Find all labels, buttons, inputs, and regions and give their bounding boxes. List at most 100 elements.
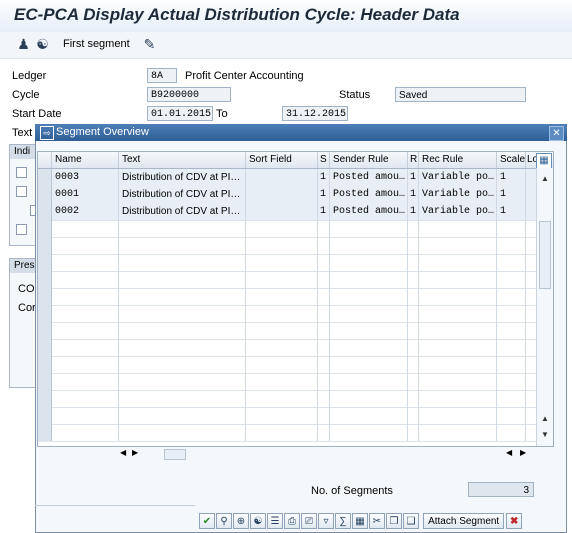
- scroll-down-icon[interactable]: ▼: [540, 430, 550, 440]
- scroll-right-right-pane-icon[interactable]: ▶: [520, 448, 526, 457]
- first-segment-button[interactable]: First segment: [63, 38, 130, 50]
- cell-rec-rule: [419, 339, 497, 356]
- cell-rec-rule: [419, 220, 497, 237]
- table-row[interactable]: 0002 Distribution of CDV at PI… 1 Posted am…: [38, 203, 536, 221]
- filter-icon[interactable]: ▿: [318, 513, 334, 529]
- row-selector[interactable]: [38, 407, 52, 424]
- find-next-icon[interactable]: ☰: [267, 513, 283, 529]
- vertical-scrollbar[interactable]: ▲ ▲ ▼: [536, 168, 553, 446]
- table-row[interactable]: [38, 237, 536, 255]
- table-row[interactable]: [38, 424, 536, 442]
- column-header-text[interactable]: Text: [119, 152, 246, 168]
- scroll-left-right-pane-icon[interactable]: ◀: [506, 448, 512, 457]
- find-icon[interactable]: ☯: [250, 513, 266, 529]
- table-row[interactable]: [38, 254, 536, 272]
- table-row[interactable]: 0001 Distribution of CDV at PI… 1 Posted am…: [38, 186, 536, 204]
- choose-icon[interactable]: ⊕: [233, 513, 249, 529]
- start-date-field[interactable]: 01.01.2015: [147, 106, 213, 121]
- table-row[interactable]: [38, 339, 536, 357]
- cell-name: 0002: [52, 203, 119, 220]
- table-settings-icon[interactable]: ▦: [536, 153, 552, 169]
- table-row[interactable]: [38, 407, 536, 425]
- cell-s: [318, 373, 330, 390]
- row-selector[interactable]: [38, 424, 52, 441]
- row-selector[interactable]: [38, 356, 52, 373]
- column-header-name[interactable]: Name: [52, 152, 119, 168]
- cell-sender-rule: [330, 373, 408, 390]
- ledger-field[interactable]: 8A: [147, 68, 177, 83]
- scroll-left-icon[interactable]: ◀: [120, 448, 126, 457]
- sum-icon[interactable]: ∑: [335, 513, 351, 529]
- row-selector[interactable]: [38, 305, 52, 322]
- table-row[interactable]: [38, 373, 536, 391]
- row-selector[interactable]: [38, 203, 52, 220]
- row-selector[interactable]: [38, 169, 52, 186]
- row-selector[interactable]: [38, 186, 52, 203]
- select-all-header[interactable]: [38, 152, 52, 168]
- row-selector[interactable]: [38, 271, 52, 288]
- horizontal-scrollbar-right[interactable]: ◀ ▶: [506, 448, 536, 461]
- table-row[interactable]: [38, 220, 536, 238]
- status-field[interactable]: Saved: [395, 87, 526, 102]
- horizontal-scroll-thumb[interactable]: [164, 449, 186, 460]
- print-icon[interactable]: ⎙: [284, 513, 300, 529]
- cell-s: 1: [318, 169, 330, 186]
- display-change-icon[interactable]: ✎: [142, 37, 157, 52]
- cancel-icon[interactable]: ✖: [506, 513, 523, 529]
- paste-icon[interactable]: ❑: [403, 513, 419, 529]
- person-icon[interactable]: ♟: [16, 37, 31, 52]
- copy-icon[interactable]: ❐: [386, 513, 402, 529]
- to-label: To: [216, 108, 228, 120]
- column-header-r[interactable]: R: [408, 152, 419, 168]
- row-selector[interactable]: [38, 339, 52, 356]
- row-selector[interactable]: [38, 254, 52, 271]
- column-header-sender-rule[interactable]: Sender Rule: [330, 152, 408, 168]
- attach-segment-button[interactable]: Attach Segment: [423, 513, 505, 529]
- column-header-sort-field[interactable]: Sort Field: [246, 152, 318, 168]
- close-icon[interactable]: ✕: [549, 126, 564, 141]
- scroll-up-icon[interactable]: ▲: [540, 174, 550, 184]
- cell-scale: [497, 407, 526, 424]
- export-icon[interactable]: ▦: [352, 513, 368, 529]
- cycle-field[interactable]: B9200000: [147, 87, 231, 102]
- table-row[interactable]: [38, 305, 536, 323]
- table-row[interactable]: [38, 322, 536, 340]
- scroll-right-icon[interactable]: ▶: [132, 448, 138, 457]
- cell-r: [408, 424, 419, 441]
- row-selector[interactable]: [38, 322, 52, 339]
- cell-sort-field: [246, 322, 318, 339]
- print-preview-icon[interactable]: ⎚: [301, 513, 317, 529]
- column-header-s[interactable]: S: [318, 152, 330, 168]
- row-selector[interactable]: [38, 373, 52, 390]
- table-row[interactable]: [38, 390, 536, 408]
- column-header-scale[interactable]: Scale: [497, 152, 526, 168]
- cell-text: [119, 373, 246, 390]
- indicator-checkbox-2[interactable]: [16, 186, 27, 197]
- row-selector[interactable]: [38, 237, 52, 254]
- scroll-up-bottom-icon[interactable]: ▲: [540, 414, 550, 424]
- horizontal-scrollbar-left[interactable]: ◀ ▶: [120, 448, 188, 461]
- row-selector[interactable]: [38, 288, 52, 305]
- cell-text: [119, 339, 246, 356]
- table-row[interactable]: [38, 271, 536, 289]
- cell-sender-rule: [330, 390, 408, 407]
- table-row[interactable]: [38, 288, 536, 306]
- row-selector[interactable]: [38, 390, 52, 407]
- confirm-icon[interactable]: ✔: [199, 513, 215, 529]
- table-row[interactable]: [38, 356, 536, 374]
- indicator-checkbox-1[interactable]: [16, 167, 27, 178]
- scroll-thumb[interactable]: [539, 221, 551, 289]
- cell-text: [119, 237, 246, 254]
- details-icon[interactable]: ⚲: [216, 513, 232, 529]
- column-header-rec-rule[interactable]: Rec Rule: [419, 152, 497, 168]
- indicator-checkbox-4[interactable]: [16, 224, 27, 235]
- cell-scale: [497, 305, 526, 322]
- end-date-field[interactable]: 31.12.2015: [282, 106, 348, 121]
- cell-scale: [497, 390, 526, 407]
- row-selector[interactable]: [38, 220, 52, 237]
- cell-rec-rule: [419, 254, 497, 271]
- table-row[interactable]: 0003 Distribution of CDV at PI… 1 Posted am…: [38, 169, 536, 187]
- status-label: Status: [339, 89, 371, 101]
- binoculars-icon[interactable]: ☯: [35, 37, 50, 52]
- cut-icon[interactable]: ✂: [369, 513, 385, 529]
